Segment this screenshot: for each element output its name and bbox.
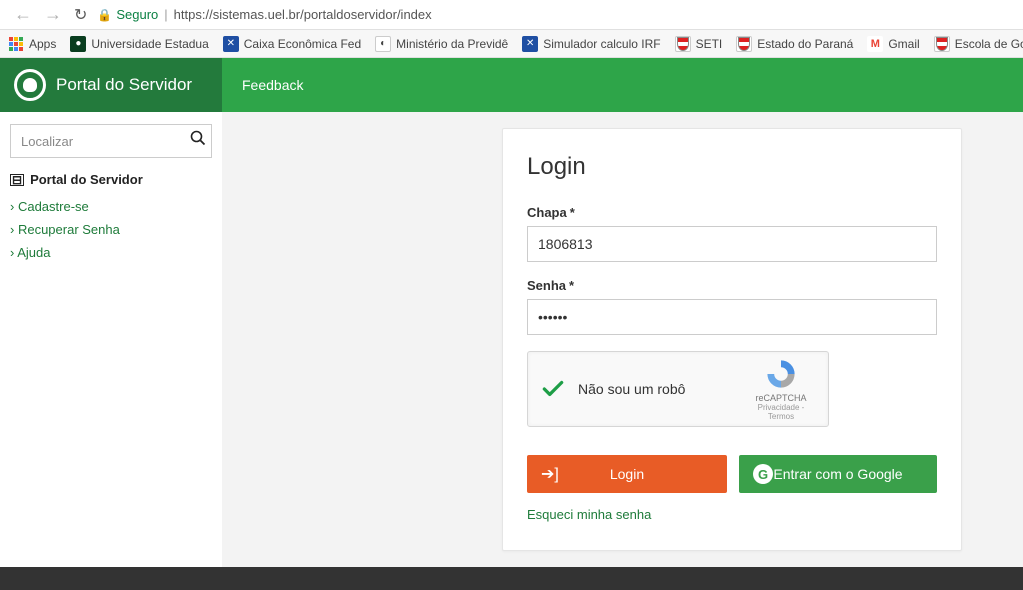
- bookmark-icon: ◐: [375, 36, 391, 52]
- bookmark-icon: M: [867, 36, 883, 52]
- bookmark-item[interactable]: M Gmail: [867, 36, 919, 52]
- bookmark-item[interactable]: ◐ Ministério da Previdê: [375, 36, 508, 52]
- lock-icon: 🔒: [97, 8, 112, 22]
- bookmark-item[interactable]: Estado do Paraná: [736, 36, 853, 52]
- login-arrow-icon: ➔]: [541, 464, 559, 484]
- apps-icon: [8, 36, 24, 52]
- recaptcha-logo-icon: [764, 357, 798, 391]
- brand-area[interactable]: Portal do Servidor: [0, 58, 222, 112]
- google-icon: G: [753, 464, 773, 484]
- main-content: Login Chapa* Senha* Não sou um robô: [222, 112, 1023, 567]
- chapa-label: Chapa*: [527, 205, 937, 220]
- url-field[interactable]: 🔒 Seguro | https://sistemas.uel.br/porta…: [97, 4, 1015, 26]
- forward-icon[interactable]: →: [38, 4, 68, 25]
- bookmark-item[interactable]: Escola de Governo: [934, 36, 1023, 52]
- bookmark-item[interactable]: ● Universidade Estadua: [70, 36, 208, 52]
- collapse-icon: ⊟: [10, 174, 24, 186]
- brand-logo-icon: [14, 69, 46, 101]
- google-button-label: Entrar com o Google: [773, 466, 902, 482]
- login-card: Login Chapa* Senha* Não sou um robô: [502, 128, 962, 551]
- google-login-button[interactable]: G Entrar com o Google: [739, 455, 937, 493]
- url-divider: |: [164, 7, 167, 22]
- bookmark-label: Apps: [29, 37, 56, 51]
- bookmark-label: Caixa Econômica Fed: [244, 37, 361, 51]
- recaptcha-brand: reCAPTCHA: [746, 393, 816, 403]
- topbar: Portal do Servidor Feedback: [0, 58, 1023, 112]
- bookmark-icon: [736, 36, 752, 52]
- footer-strip: [0, 567, 1023, 590]
- bookmark-icon: [675, 36, 691, 52]
- bookmark-label: Escola de Governo: [955, 37, 1023, 51]
- bookmark-label: Universidade Estadua: [91, 37, 208, 51]
- bookmark-label: Ministério da Previdê: [396, 37, 508, 51]
- secure-label: Seguro: [116, 7, 158, 22]
- recaptcha-widget[interactable]: Não sou um robô reCAPTCHA Privacidade - …: [527, 351, 829, 427]
- forgot-password-link[interactable]: Esqueci minha senha: [527, 507, 937, 522]
- url-text: https://sistemas.uel.br/portaldoservidor…: [174, 7, 432, 22]
- senha-input[interactable]: [527, 299, 937, 335]
- bookmark-icon: [934, 36, 950, 52]
- chapa-input[interactable]: [527, 226, 937, 262]
- bookmark-label: Gmail: [888, 37, 919, 51]
- recaptcha-terms[interactable]: Privacidade - Termos: [746, 403, 816, 421]
- recaptcha-label: Não sou um robô: [578, 381, 746, 397]
- sidebar-heading[interactable]: ⊟ Portal do Servidor: [10, 172, 212, 187]
- brand-title: Portal do Servidor: [56, 75, 192, 95]
- bookmark-label: SETI: [696, 37, 723, 51]
- search-input[interactable]: [10, 124, 212, 158]
- login-button-label: Login: [610, 466, 644, 482]
- recaptcha-check-icon: [540, 376, 566, 402]
- login-button[interactable]: ➔] Login: [527, 455, 727, 493]
- bookmark-icon: ✕: [522, 36, 538, 52]
- bookmark-label: Simulador calculo IRF: [543, 37, 660, 51]
- sidebar: ⊟ Portal do Servidor Cadastre-se Recuper…: [0, 112, 222, 567]
- back-icon[interactable]: ←: [8, 4, 38, 25]
- topbar-right: Feedback: [222, 58, 1023, 112]
- bookmark-item[interactable]: ✕ Caixa Econômica Fed: [223, 36, 361, 52]
- sidebar-heading-label: Portal do Servidor: [30, 172, 143, 187]
- sidebar-link-ajuda[interactable]: Ajuda: [10, 245, 212, 260]
- reload-icon[interactable]: ↻: [68, 5, 97, 25]
- browser-address-bar: ← → ↻ 🔒 Seguro | https://sistemas.uel.br…: [0, 0, 1023, 30]
- bookmark-bar: Apps ● Universidade Estadua ✕ Caixa Econ…: [0, 30, 1023, 58]
- sidebar-link-cadastre[interactable]: Cadastre-se: [10, 199, 212, 214]
- bookmark-icon: ●: [70, 36, 86, 52]
- bookmark-item[interactable]: SETI: [675, 36, 723, 52]
- bookmark-apps[interactable]: Apps: [8, 36, 56, 52]
- login-title: Login: [527, 153, 937, 181]
- search-icon[interactable]: [190, 130, 206, 150]
- bookmark-icon: ✕: [223, 36, 239, 52]
- feedback-link[interactable]: Feedback: [242, 77, 303, 93]
- bookmark-item[interactable]: ✕ Simulador calculo IRF: [522, 36, 660, 52]
- bookmark-label: Estado do Paraná: [757, 37, 853, 51]
- sidebar-link-recuperar[interactable]: Recuperar Senha: [10, 222, 212, 237]
- senha-label: Senha*: [527, 278, 937, 293]
